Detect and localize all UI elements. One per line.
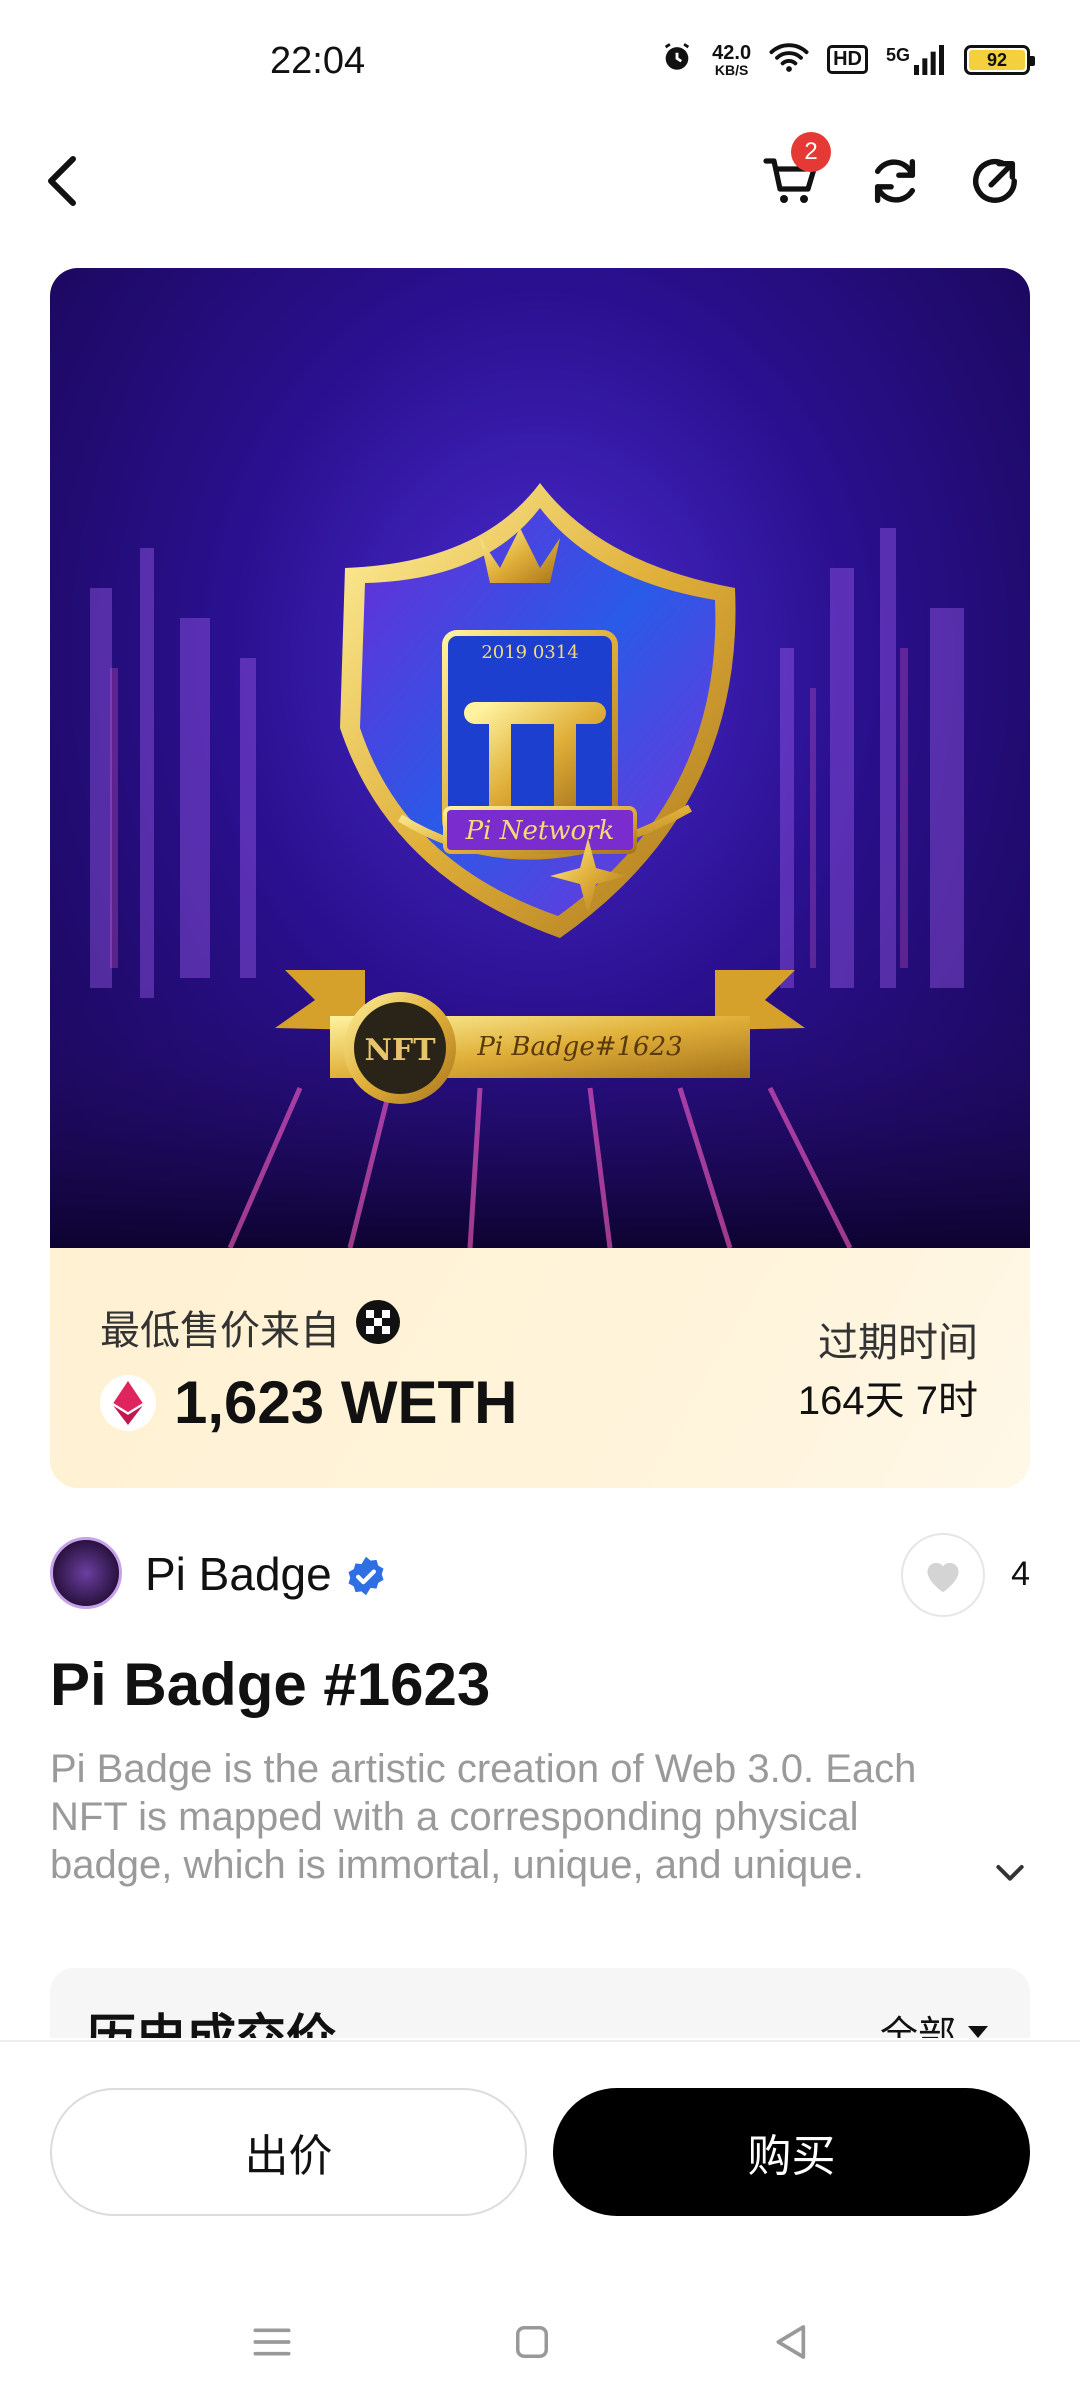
marketplace-icon [354, 1298, 402, 1356]
status-icons: 42.0 KB/S HD 5G 92 [660, 40, 1035, 79]
buy-button[interactable]: 购买 [553, 2088, 1030, 2216]
back-button[interactable] [28, 146, 98, 216]
like-count: 4 [1011, 1555, 1030, 1593]
triangle-back-icon [776, 2325, 806, 2359]
status-time: 22:04 [270, 40, 366, 82]
home-square-icon [516, 2326, 548, 2358]
history-filter-dropdown[interactable]: 全部 [880, 2004, 990, 2038]
alarm-icon [660, 40, 694, 79]
recent-apps-button[interactable] [242, 2312, 302, 2372]
net-speed-unit: KB/S [714, 61, 749, 78]
nft-image[interactable]: Pi Network 2019 0314 Pi Badge#1623 NFT [50, 268, 1030, 1248]
shield-date: 2019 0314 [481, 642, 578, 663]
nft-artwork: Pi Network 2019 0314 Pi Badge#1623 NFT [50, 483, 1030, 1248]
bottom-action-bar: 出价 购买 [0, 2040, 1080, 2400]
back-icon [48, 156, 76, 206]
system-nav-bar [0, 2312, 1080, 2382]
expire-label: 过期时间 [818, 1321, 978, 1365]
price-value: 1,623 WETH [174, 1369, 518, 1436]
hd-badge: HD [827, 45, 868, 74]
collection-row[interactable]: Pi Badge 4 [50, 1533, 1030, 1617]
signal-label: 5G [885, 44, 910, 65]
lowest-price-label: 最低售价来自 [100, 1298, 402, 1356]
price-panel: 最低售价来自 1,623 WETH 过期时间 164天 7时 [50, 1248, 1030, 1488]
bid-button[interactable]: 出价 [50, 2088, 527, 2216]
price-row: 1,623 WETH [100, 1368, 517, 1437]
expand-description-button[interactable] [990, 1852, 1030, 1892]
expire-value: 164天 7时 [797, 1379, 978, 1423]
share-icon [973, 158, 1017, 203]
refresh-button[interactable] [860, 146, 930, 216]
shield-label: Pi Network [465, 816, 615, 846]
nft-card: Pi Network 2019 0314 Pi Badge#1623 NFT 最… [50, 268, 1030, 1488]
system-back-button[interactable] [760, 2312, 820, 2372]
item-description: Pi Badge is the artistic creation of Web… [50, 1747, 917, 1887]
cart-button[interactable]: 2 [755, 132, 831, 216]
wifi-icon [769, 41, 809, 78]
cart-count-badge: 2 [791, 132, 831, 172]
menu-icon [253, 2328, 291, 2356]
collection-name[interactable]: Pi Badge [145, 1547, 332, 1601]
caret-down-icon [968, 2025, 988, 2038]
signal-icon: 5G [885, 44, 946, 75]
ribbon-label: Pi Badge#1623 [476, 1032, 682, 1062]
status-bar: 22:04 42.0 KB/S HD 5G 92 [0, 0, 1080, 120]
net-speed: 42.0 KB/S [712, 43, 751, 77]
heart-icon [927, 1562, 959, 1593]
chevron-down-icon [996, 1865, 1024, 1881]
price-history-panel: 历史成交价 全部 [50, 1968, 1030, 2038]
verified-icon [345, 1555, 387, 1602]
net-speed-value: 42.0 [712, 41, 752, 64]
home-button[interactable] [502, 2312, 562, 2372]
nft-seal-label: NFT [364, 1033, 436, 1068]
battery-icon: 92 [964, 44, 1035, 75]
item-title: Pi Badge #1623 [50, 1651, 491, 1718]
refresh-icon [874, 159, 916, 203]
lowest-price-text: 最低售价来自 [100, 1309, 340, 1353]
price-history-title: 历史成交价 [86, 2010, 336, 2038]
eth-icon [100, 1374, 156, 1431]
top-nav: 2 [0, 130, 1080, 230]
history-filter-label: 全部 [879, 2015, 956, 2038]
battery-level: 92 [969, 49, 1025, 70]
share-button[interactable] [960, 146, 1030, 216]
like-button[interactable] [901, 1533, 985, 1617]
collection-avatar[interactable] [50, 1537, 122, 1609]
